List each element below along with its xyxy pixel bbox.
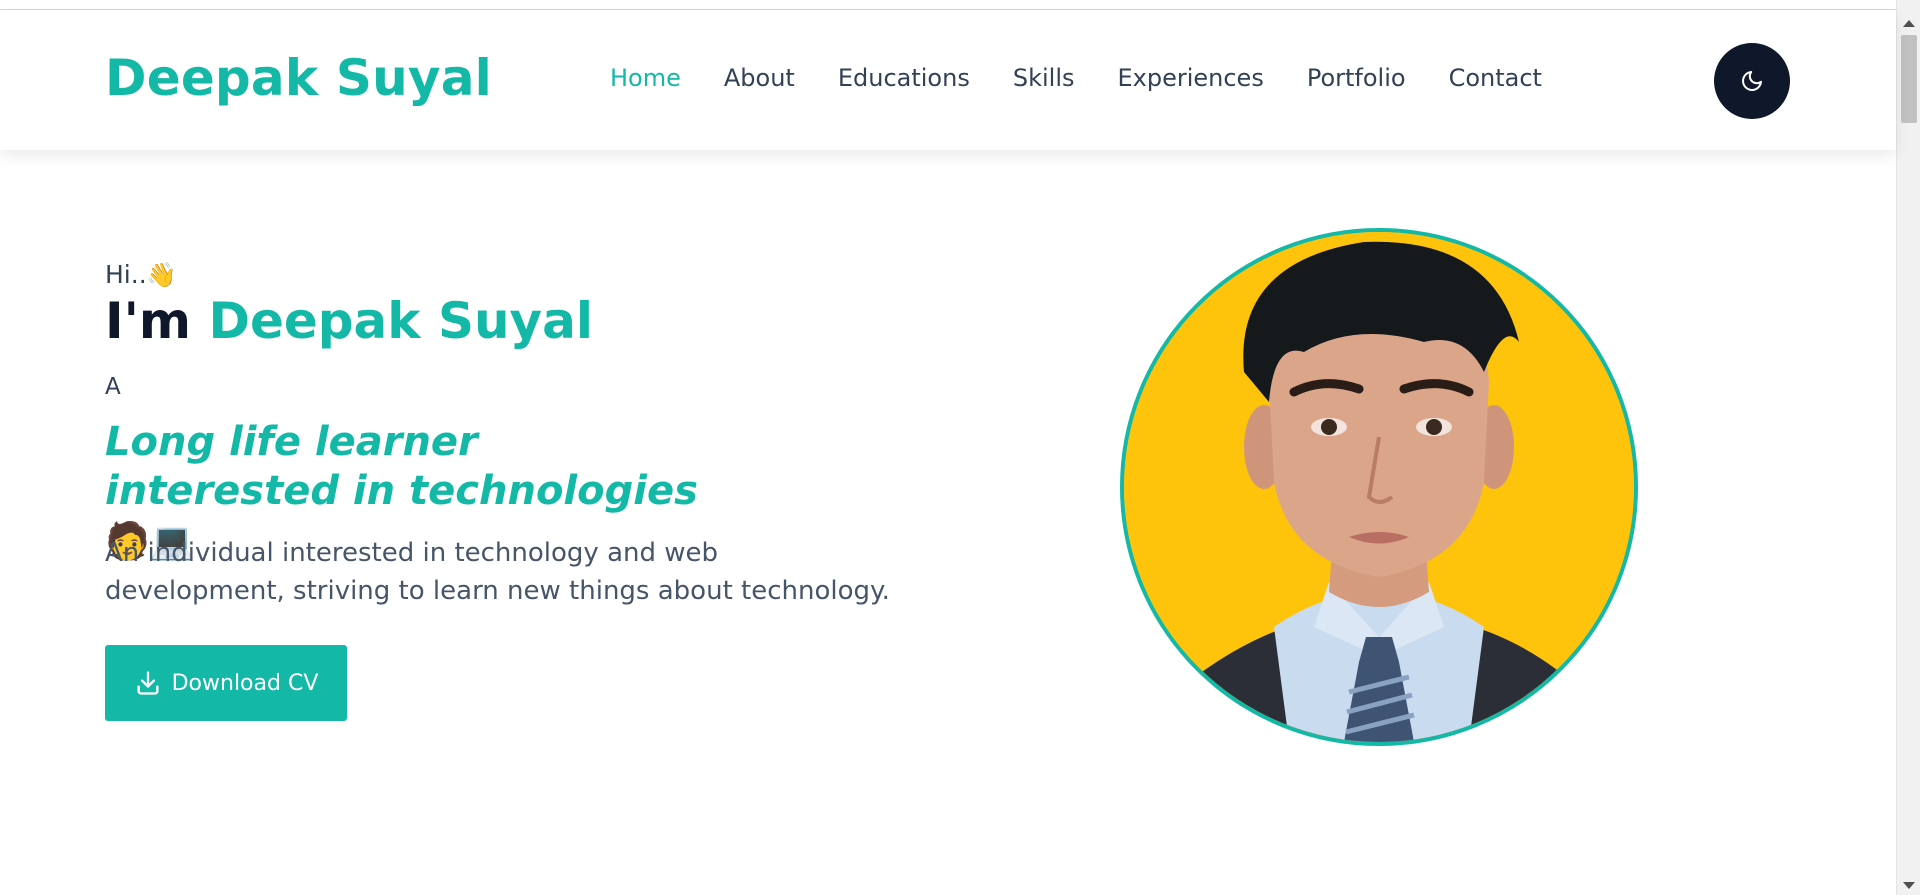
nav-link-skills[interactable]: Skills — [1013, 64, 1075, 92]
role-prefix: A — [105, 374, 121, 400]
browser-top-edge — [0, 0, 1896, 10]
main-nav: Home About Educations Skills Experiences… — [610, 64, 1542, 92]
moon-icon — [1742, 71, 1762, 91]
theme-toggle-button[interactable] — [1714, 43, 1790, 119]
nav-link-contact[interactable]: Contact — [1449, 64, 1542, 92]
greeting-text: Hi.. — [105, 260, 147, 289]
scrollbar-thumb[interactable] — [1901, 35, 1917, 123]
waving-hand-icon: 👋 — [146, 261, 177, 289]
scroll-up-arrow-icon[interactable] — [1903, 20, 1915, 27]
greeting: Hi..👋 — [105, 260, 177, 289]
hero-section: Hi..👋 I'm Deepak Suyal A Long life learn… — [0, 150, 1896, 895]
nav-link-experiences[interactable]: Experiences — [1117, 64, 1263, 92]
nav-link-home[interactable]: Home — [610, 64, 681, 92]
download-cv-button[interactable]: Download CV — [105, 645, 347, 721]
scroll-down-arrow-icon[interactable] — [1903, 882, 1915, 889]
download-cv-label: Download CV — [171, 670, 319, 696]
tagline-text: Long life learner interested in technolo… — [105, 419, 698, 514]
nav-link-portfolio[interactable]: Portfolio — [1307, 64, 1406, 92]
headline-im: I'm — [105, 292, 192, 350]
headline-name: Deepak Suyal — [208, 292, 594, 350]
profile-portrait-image — [1124, 232, 1634, 742]
brand-logo-text[interactable]: Deepak Suyal — [105, 49, 492, 107]
download-icon — [137, 671, 159, 695]
hero-headline: I'm Deepak Suyal — [105, 292, 593, 350]
hero-description: An individual interested in technology a… — [105, 538, 890, 606]
page-scrollbar[interactable] — [1896, 0, 1920, 895]
nav-link-about[interactable]: About — [724, 64, 795, 92]
nav-link-educations[interactable]: Educations — [838, 64, 970, 92]
profile-photo — [1120, 228, 1638, 746]
navbar: Deepak Suyal Home About Educations Skill… — [0, 11, 1896, 150]
